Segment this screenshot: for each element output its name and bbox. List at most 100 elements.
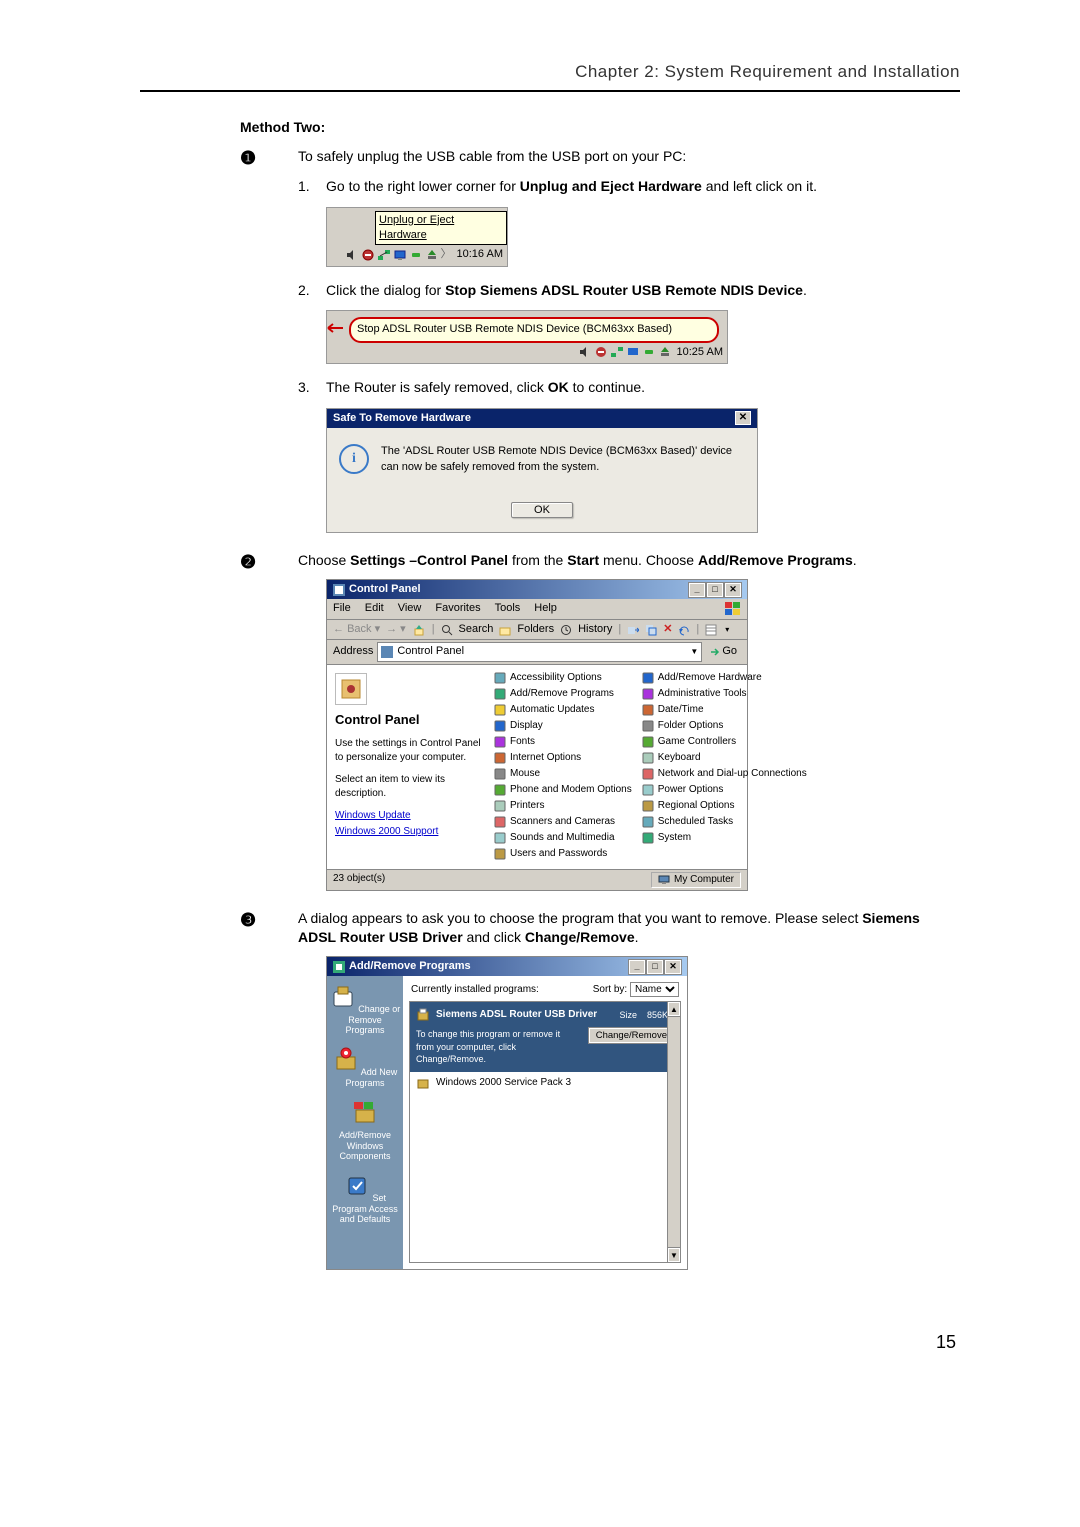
- monitor-icon: [393, 248, 407, 262]
- scroll-down-icon[interactable]: ▼: [668, 1248, 680, 1262]
- cp-item[interactable]: Regional Options: [642, 799, 807, 813]
- shield-icon: [594, 345, 608, 359]
- cp-item[interactable]: Automatic Updates: [494, 703, 632, 717]
- bullet-one: ❶: [240, 147, 266, 167]
- close-icon[interactable]: ✕: [735, 411, 751, 425]
- cp-left-title: Control Panel: [335, 711, 482, 729]
- menu-favorites[interactable]: Favorites: [435, 601, 480, 616]
- folders-icon[interactable]: [499, 624, 511, 636]
- cp-item[interactable]: Display: [494, 719, 632, 733]
- chevron-down-icon[interactable]: ▼: [690, 646, 698, 657]
- chevron-down-icon[interactable]: ▾: [725, 624, 729, 635]
- search-icon[interactable]: [441, 624, 453, 636]
- cp-item[interactable]: Administrative Tools: [642, 687, 807, 701]
- scroll-up-icon[interactable]: ▲: [668, 1002, 680, 1016]
- side-add-new[interactable]: Add New Programs: [329, 1047, 401, 1088]
- cp-item-label: Display: [510, 719, 543, 733]
- windows-2000-support-link[interactable]: Windows 2000 Support: [335, 825, 482, 839]
- history-button[interactable]: History: [578, 622, 612, 637]
- cp-item[interactable]: Game Controllers: [642, 735, 807, 749]
- tool-copyto-icon[interactable]: [645, 624, 657, 636]
- tool-delete-icon[interactable]: ✕: [663, 622, 672, 637]
- cp-item-label: Automatic Updates: [510, 703, 595, 717]
- menu-file[interactable]: File: [333, 601, 351, 616]
- eject-hardware-icon[interactable]: [425, 248, 439, 262]
- program-row[interactable]: Windows 2000 Service Pack 3: [410, 1072, 680, 1094]
- go-button[interactable]: Go: [706, 644, 741, 659]
- maximize-icon[interactable]: □: [707, 583, 723, 597]
- cp-item[interactable]: Printers: [494, 799, 632, 813]
- cp-item[interactable]: Keyboard: [642, 751, 807, 765]
- ok-button[interactable]: OK: [511, 502, 573, 518]
- cp-item-label: Keyboard: [658, 751, 701, 765]
- search-button[interactable]: Search: [459, 622, 494, 637]
- usb-icon: [409, 248, 423, 262]
- cp-item[interactable]: Folder Options: [642, 719, 807, 733]
- windows-update-link[interactable]: Windows Update: [335, 809, 482, 823]
- history-icon[interactable]: [560, 624, 572, 636]
- cp-item-icon: [494, 672, 506, 684]
- tool-undo-icon[interactable]: [678, 624, 690, 636]
- chapter-header: Chapter 2: System Requirement and Instal…: [140, 60, 960, 92]
- cp-item[interactable]: Sounds and Multimedia: [494, 831, 632, 845]
- cp-item[interactable]: Phone and Modem Options: [494, 783, 632, 797]
- step2-text: Choose Settings –Control Panel from the …: [298, 551, 960, 571]
- menu-view[interactable]: View: [398, 601, 422, 616]
- bullet-two: ❷: [240, 551, 266, 571]
- minimize-icon[interactable]: _: [689, 583, 705, 597]
- close-icon[interactable]: ✕: [665, 960, 681, 974]
- step1-3: The Router is safely removed, click OK t…: [326, 378, 960, 398]
- cp-item[interactable]: Date/Time: [642, 703, 807, 717]
- scrollbar[interactable]: ▲ ▼: [667, 1002, 680, 1262]
- tool-views-icon[interactable]: [705, 624, 719, 636]
- maximize-icon[interactable]: □: [647, 960, 663, 974]
- close-icon[interactable]: ✕: [725, 583, 741, 597]
- monitor-icon: [626, 345, 640, 359]
- my-computer-icon: [658, 875, 670, 885]
- minimize-icon[interactable]: _: [629, 960, 645, 974]
- selected-program-name: Siemens ADSL Router USB Driver: [436, 1008, 597, 1022]
- sort-select[interactable]: Name: [630, 982, 679, 997]
- cp-item-label: Power Options: [658, 783, 724, 797]
- menu-edit[interactable]: Edit: [365, 601, 384, 616]
- eject-hardware-icon[interactable]: [658, 345, 672, 359]
- menu-help[interactable]: Help: [534, 601, 557, 616]
- back-button[interactable]: ← Back ▾: [333, 622, 380, 637]
- cp-item[interactable]: Add/Remove Programs: [494, 687, 632, 701]
- installed-label: Currently installed programs:: [411, 983, 539, 997]
- cp-item[interactable]: Network and Dial-up Connections: [642, 767, 807, 781]
- cp-item[interactable]: Add/Remove Hardware: [642, 671, 807, 685]
- folders-button[interactable]: Folders: [517, 622, 554, 637]
- cp-item-icon: [494, 736, 506, 748]
- forward-button[interactable]: → ▾: [386, 622, 406, 637]
- stop-device-balloon[interactable]: Stop ADSL Router USB Remote NDIS Device …: [349, 317, 719, 342]
- control-panel-large-icon: [335, 673, 367, 705]
- up-icon[interactable]: [412, 623, 426, 637]
- status-location: My Computer: [651, 872, 741, 888]
- cp-item-icon: [494, 752, 506, 764]
- cp-item-label: Regional Options: [658, 799, 735, 813]
- menu-tools[interactable]: Tools: [495, 601, 521, 616]
- side-windows-components[interactable]: Add/Remove Windows Components: [329, 1100, 401, 1161]
- cp-title-text: Control Panel: [349, 582, 421, 597]
- cp-item[interactable]: Fonts: [494, 735, 632, 749]
- side-program-access[interactable]: Set Program Access and Defaults: [329, 1173, 401, 1224]
- cp-item-icon: [642, 672, 654, 684]
- cp-item[interactable]: Accessibility Options: [494, 671, 632, 685]
- program-selected[interactable]: Siemens ADSL Router USB Driver Size 856K…: [410, 1002, 680, 1072]
- cp-item[interactable]: Internet Options: [494, 751, 632, 765]
- cp-item[interactable]: System: [642, 831, 807, 845]
- cp-item[interactable]: Power Options: [642, 783, 807, 797]
- cp-item[interactable]: Users and Passwords: [494, 847, 632, 861]
- side-change-remove[interactable]: Change or Remove Programs: [329, 984, 401, 1035]
- cp-item[interactable]: Scheduled Tasks: [642, 815, 807, 829]
- control-panel-window: Control Panel _ □ ✕ File Edit View Favor…: [326, 579, 748, 891]
- address-input[interactable]: Control Panel ▼: [377, 642, 702, 661]
- change-remove-button[interactable]: Change/Remove: [589, 1028, 674, 1043]
- cp-item[interactable]: Mouse: [494, 767, 632, 781]
- cp-item[interactable]: Scanners and Cameras: [494, 815, 632, 829]
- cp-item-label: Phone and Modem Options: [510, 783, 632, 797]
- network-icon: [377, 248, 391, 262]
- cp-item-icon: [494, 816, 506, 828]
- tool-moveto-icon[interactable]: [627, 624, 639, 636]
